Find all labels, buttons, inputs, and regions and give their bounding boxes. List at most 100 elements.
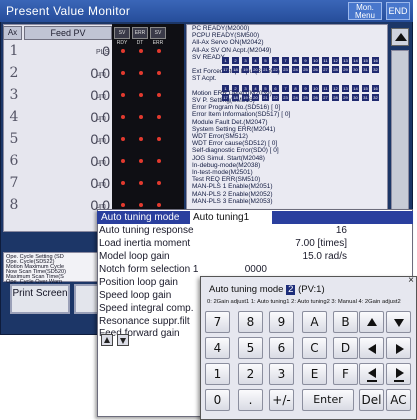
axis-number: 3 — [9, 87, 19, 103]
page-down-button[interactable] — [117, 334, 129, 346]
axis-bit: 9 — [302, 85, 309, 92]
key-8[interactable]: 8 — [238, 311, 263, 333]
param-row-auto-tuning-response[interactable]: Auto tuning response 16 — [97, 224, 413, 237]
end-button[interactable]: END — [386, 2, 410, 20]
option-hint-text: 0: 2Gain adjust1 1: Auto tuning1 2: Auto… — [207, 299, 401, 305]
sv-ready-bit-row: 1 2 3 4 5 6 7 8 9 10 11 12 13 14 15 16 — [222, 56, 388, 65]
page-left-key[interactable] — [359, 363, 384, 385]
key-2[interactable]: 2 — [238, 363, 263, 385]
down-arrow-key[interactable] — [386, 311, 411, 333]
param-row-model-loop-gain[interactable]: Model loop gain 15.0 rad/s — [97, 250, 413, 263]
axis-bit: 20 — [252, 94, 259, 101]
enter-key[interactable]: Enter — [302, 389, 354, 411]
status-line: Error Item Information(SD517) [ 0] — [192, 111, 291, 119]
status-line: WDT Error cause(SD512) [ 0] — [192, 140, 278, 148]
status-led — [139, 203, 143, 207]
axis-number: 2 — [9, 65, 19, 81]
axis-bit: 22 — [272, 94, 279, 101]
status-line: MAN-PLS 2 Enable(M2052) — [192, 190, 273, 198]
axis-bit: 12 — [332, 85, 339, 92]
axis-bit: 19 — [242, 66, 249, 73]
axis-bit: 5 — [262, 85, 269, 92]
param-row-auto-tuning-mode[interactable]: Auto tuning mode Auto tuning1 — [97, 211, 413, 224]
right-arrow-key[interactable] — [386, 337, 411, 359]
status-led — [157, 159, 161, 163]
key-3[interactable]: 3 — [269, 363, 294, 385]
status-led — [157, 115, 161, 119]
axis-bit: 9 — [302, 57, 309, 64]
status-led — [139, 93, 143, 97]
close-icon[interactable]: × — [406, 276, 416, 286]
print-screen-button[interactable]: Print Screen — [10, 284, 70, 314]
axis-bit: 8 — [292, 57, 299, 64]
axis-number: 8 — [9, 197, 19, 213]
param-row-notch-form-selection-1[interactable]: Notch form selection 1 0000 — [97, 263, 413, 276]
key-7[interactable]: 7 — [205, 311, 230, 333]
sv-err-header: SV ERR — [150, 27, 166, 46]
input-value[interactable]: 2 — [286, 285, 296, 295]
key-plus-minus[interactable]: +/- — [269, 389, 294, 411]
key-5[interactable]: 5 — [238, 337, 263, 359]
key-9[interactable]: 9 — [269, 311, 294, 333]
axis-bit: 12 — [332, 57, 339, 64]
key-f[interactable]: F — [333, 363, 358, 385]
status-line: ST Acpt. — [192, 75, 217, 83]
key-1[interactable]: 1 — [205, 363, 230, 385]
key-d[interactable]: D — [333, 337, 358, 359]
axis-bit: 32 — [372, 94, 379, 101]
all-clear-key[interactable]: AC — [386, 389, 411, 411]
page-right-key[interactable] — [386, 363, 411, 385]
param-row-load-inertia-moment[interactable]: Load inertia moment 7.00 [times] — [97, 237, 413, 250]
left-arrow-key[interactable] — [359, 337, 384, 359]
key-decimal[interactable]: . — [238, 389, 263, 411]
key-a[interactable]: A — [302, 311, 327, 333]
status-led — [121, 115, 125, 119]
page-up-button[interactable] — [101, 334, 113, 346]
param-value: Auto tuning1 — [190, 211, 272, 224]
axis-bit: 6 — [272, 85, 279, 92]
axis-bit: 14 — [352, 57, 359, 64]
status-line: Self-diagnostic Error(SD0) [ 0] — [192, 147, 279, 155]
err-dt-header: ERR DT — [132, 27, 148, 46]
param-label: Position loop gain — [99, 277, 178, 288]
delete-key[interactable]: Del — [359, 389, 384, 411]
axis-bit: 26 — [312, 66, 319, 73]
param-label: Auto tuning mode — [99, 211, 182, 224]
axis-bit: 26 — [312, 94, 319, 101]
axis-bit: 2 — [232, 85, 239, 92]
key-e[interactable]: E — [302, 363, 327, 385]
param-value: 15.0 rad/s — [302, 251, 347, 262]
axis-bit: 13 — [342, 85, 349, 92]
scroll-up-button[interactable] — [391, 28, 409, 46]
axis-bit: 7 — [282, 57, 289, 64]
status-line: All-Ax SV ON Acpt.(M2049) — [192, 46, 272, 54]
axis-bit: 7 — [282, 85, 289, 92]
axis-bit: 1 — [222, 57, 229, 64]
param-value: 16 — [335, 225, 347, 236]
status-led — [139, 115, 143, 119]
axis-bit: 24 — [292, 66, 299, 73]
axis-bit: 23 — [282, 94, 289, 101]
underline-mark — [367, 380, 377, 382]
key-c[interactable]: C — [302, 337, 327, 359]
key-0[interactable]: 0 — [205, 389, 230, 411]
axis-bit: 20 — [252, 66, 259, 73]
status-led — [157, 203, 161, 207]
axis-bit: 32 — [372, 66, 379, 73]
status-line: MAN-PLS 1 Enable(M2051) — [192, 183, 273, 191]
param-value: 0000 — [244, 264, 267, 275]
key-4[interactable]: 4 — [205, 337, 230, 359]
up-arrow-key[interactable] — [359, 311, 384, 333]
status-line: PC READY(M2000) — [192, 25, 250, 32]
key-b[interactable]: B — [333, 311, 358, 333]
servo-status-led-grid — [112, 24, 184, 232]
st-acpt-bit-row: 1 2 3 4 5 6 7 8 9 10 11 12 13 14 15 16 — [222, 84, 388, 93]
axis-bit: 19 — [242, 94, 249, 101]
axis-bit: 25 — [302, 94, 309, 101]
axis-bit: 17 — [222, 94, 229, 101]
status-line: System Setting ERR(M2041) — [192, 125, 276, 133]
status-led — [139, 159, 143, 163]
mon-menu-button[interactable]: Mon. Menu — [348, 2, 382, 20]
key-6[interactable]: 6 — [269, 337, 294, 359]
status-line: MAN-PLS 3 Enable(M2053) — [192, 197, 273, 205]
